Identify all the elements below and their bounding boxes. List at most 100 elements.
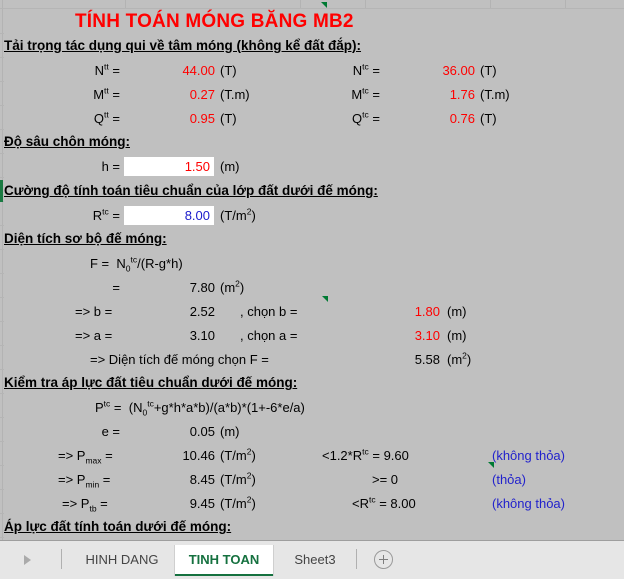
comment-marker-icon [321,2,327,8]
strength-input[interactable]: 8.00 [124,206,214,225]
active-tab-underline [175,574,273,576]
check-row-unit-pmax: (T/m2) [220,446,256,463]
load-value-qtt: 0.95 [189,111,215,126]
load-unit-mtt: (T.m) [220,87,250,102]
check-row-label-ptb: => Ptb = [62,496,108,514]
area-a-label: => a = [75,328,113,343]
check-row-value-ptb: 9.45 [189,496,215,511]
load-label-qtt: Qtt = [93,109,120,126]
check-row-result-pmin: (thỏa) [492,472,526,487]
sheet-tab-label: TINH TOAN [188,552,260,567]
depth-label: h = [101,159,120,174]
gridline-vertical [300,0,301,8]
gridline-vertical [125,0,126,8]
section-header-check: Kiểm tra áp lực đất tiêu chuẩn dưới đế m… [4,375,298,390]
add-sheet-button[interactable] [374,550,393,569]
section-header-area: Diện tích sơ bộ đế móng: [4,231,167,246]
area-unit: (m2) [220,278,245,295]
next-sheet-arrow-icon[interactable] [24,555,31,565]
area-b-label: => b = [75,304,113,319]
spreadsheet-grid[interactable]: TÍNH TOÁN MÓNG BĂNG MB2 Tải trọng tác dụ… [0,0,624,540]
check-row-value-pmin: 8.45 [189,472,215,487]
area-final-value: 5.58 [414,352,440,367]
gridline-horizontal [0,369,4,370]
gridline-vertical [565,0,566,8]
load-value-mtt: 0.27 [189,87,215,102]
gridline-horizontal [0,441,4,442]
gridline-horizontal [0,105,4,106]
gridline-horizontal [0,417,4,418]
check-e-unit: (m) [220,424,240,439]
check-row-result-pmax: (không thỏa) [492,448,565,463]
load-label-qtc: Qtc = [352,109,380,126]
check-row-condition-pmax: <1.2*Rtc = 9.60 [322,446,409,463]
depth-unit: (m) [220,159,240,174]
section-header-design-pressure: Áp lực đất tính toán dưới đế móng: [4,519,232,534]
gridline-vertical [490,0,491,8]
area-b-chon-value[interactable]: 1.80 [365,300,440,324]
sheet-nav-buttons[interactable] [0,541,62,577]
strength-unit: (T/m2) [220,206,256,223]
comment-marker-icon [322,296,328,302]
load-value-ntt: 44.00 [182,63,215,78]
load-unit-mtc: (T.m) [480,87,510,102]
load-label-ntc: Ntc = [352,61,380,78]
check-row-condition-pmin: >= 0 [372,472,399,487]
check-e-value: 0.05 [189,424,215,439]
area-eq-label: = [112,280,120,295]
check-row-unit-ptb: (T/m2) [220,494,256,511]
page-title: TÍNH TOÁN MÓNG BĂNG MB2 [75,11,354,32]
load-unit-qtc: (T) [480,111,497,126]
load-value-qtc: 0.76 [449,111,475,126]
gridline-horizontal [0,177,4,178]
gridline-horizontal [0,225,4,226]
depth-input[interactable]: 1.50 [124,157,214,176]
load-unit-ntt: (T) [220,63,237,78]
area-a-chon-label: , chọn a = [240,328,298,343]
section-header-strength: Cường độ tính toán tiêu chuẩn của lớp đấ… [4,183,378,198]
area-b-calc: 2.52 [189,304,215,319]
sheet-tab-sheet3[interactable]: Sheet3 [277,545,353,576]
check-row-label-pmax: => Pmax = [58,448,113,466]
gridline-horizontal [0,321,4,322]
gridline-horizontal [0,489,4,490]
gridline-horizontal [0,345,4,346]
check-row-result-ptb: (không thỏa) [492,496,565,511]
load-value-mtc: 1.76 [449,87,475,102]
area-b-unit: (m) [447,304,467,319]
gridline-horizontal [0,465,4,466]
check-row-value-pmax: 10.46 [182,448,215,463]
check-row-condition-ptb: <Rtc = 8.00 [352,494,416,511]
load-unit-ntc: (T) [480,63,497,78]
gridline-horizontal [0,297,4,298]
check-formula: Ptc = (N0tc+g*h*a*b)/(a*b)*(1+-6*e/a) [95,398,305,418]
area-final-unit: (m2) [447,350,472,367]
area-a-chon-value[interactable]: 3.10 [365,324,440,348]
section-header-depth: Độ sâu chôn móng: [4,134,130,149]
gridline-vertical [365,0,366,8]
area-b-chon-label: , chọn b = [240,304,298,319]
divider [61,549,62,569]
divider [356,549,357,569]
sheet-tab-bar: HINH DANG TINH TOAN Sheet3 [0,540,624,579]
load-unit-qtt: (T) [220,111,237,126]
load-label-ntt: Ntt = [94,61,120,78]
area-a-unit: (m) [447,328,467,343]
strength-label: Rtc = [92,206,120,223]
sheet-tab-hinh-dang[interactable]: HINH DANG [72,545,172,576]
area-formula: F = N0tc/(R-g*h) [90,254,183,274]
gridline-horizontal [0,273,4,274]
gridline-horizontal [0,81,4,82]
area-a-calc: 3.10 [189,328,215,343]
load-label-mtc: Mtc = [351,85,380,102]
check-row-label-pmin: => Pmin = [58,472,111,490]
row-marker [0,180,3,202]
load-value-ntc: 36.00 [442,63,475,78]
check-row-unit-pmin: (T/m2) [220,470,256,487]
area-value: 7.80 [189,280,215,295]
sheet-tab-tinh-toan[interactable]: TINH TOAN [174,545,274,576]
area-final-label: => Diện tích đế móng chọn F = [90,352,269,367]
section-header-loads: Tải trọng tác dụng qui về tâm móng (khôn… [4,38,362,53]
gridline-horizontal [0,513,4,514]
check-e-label: e = [101,424,120,439]
